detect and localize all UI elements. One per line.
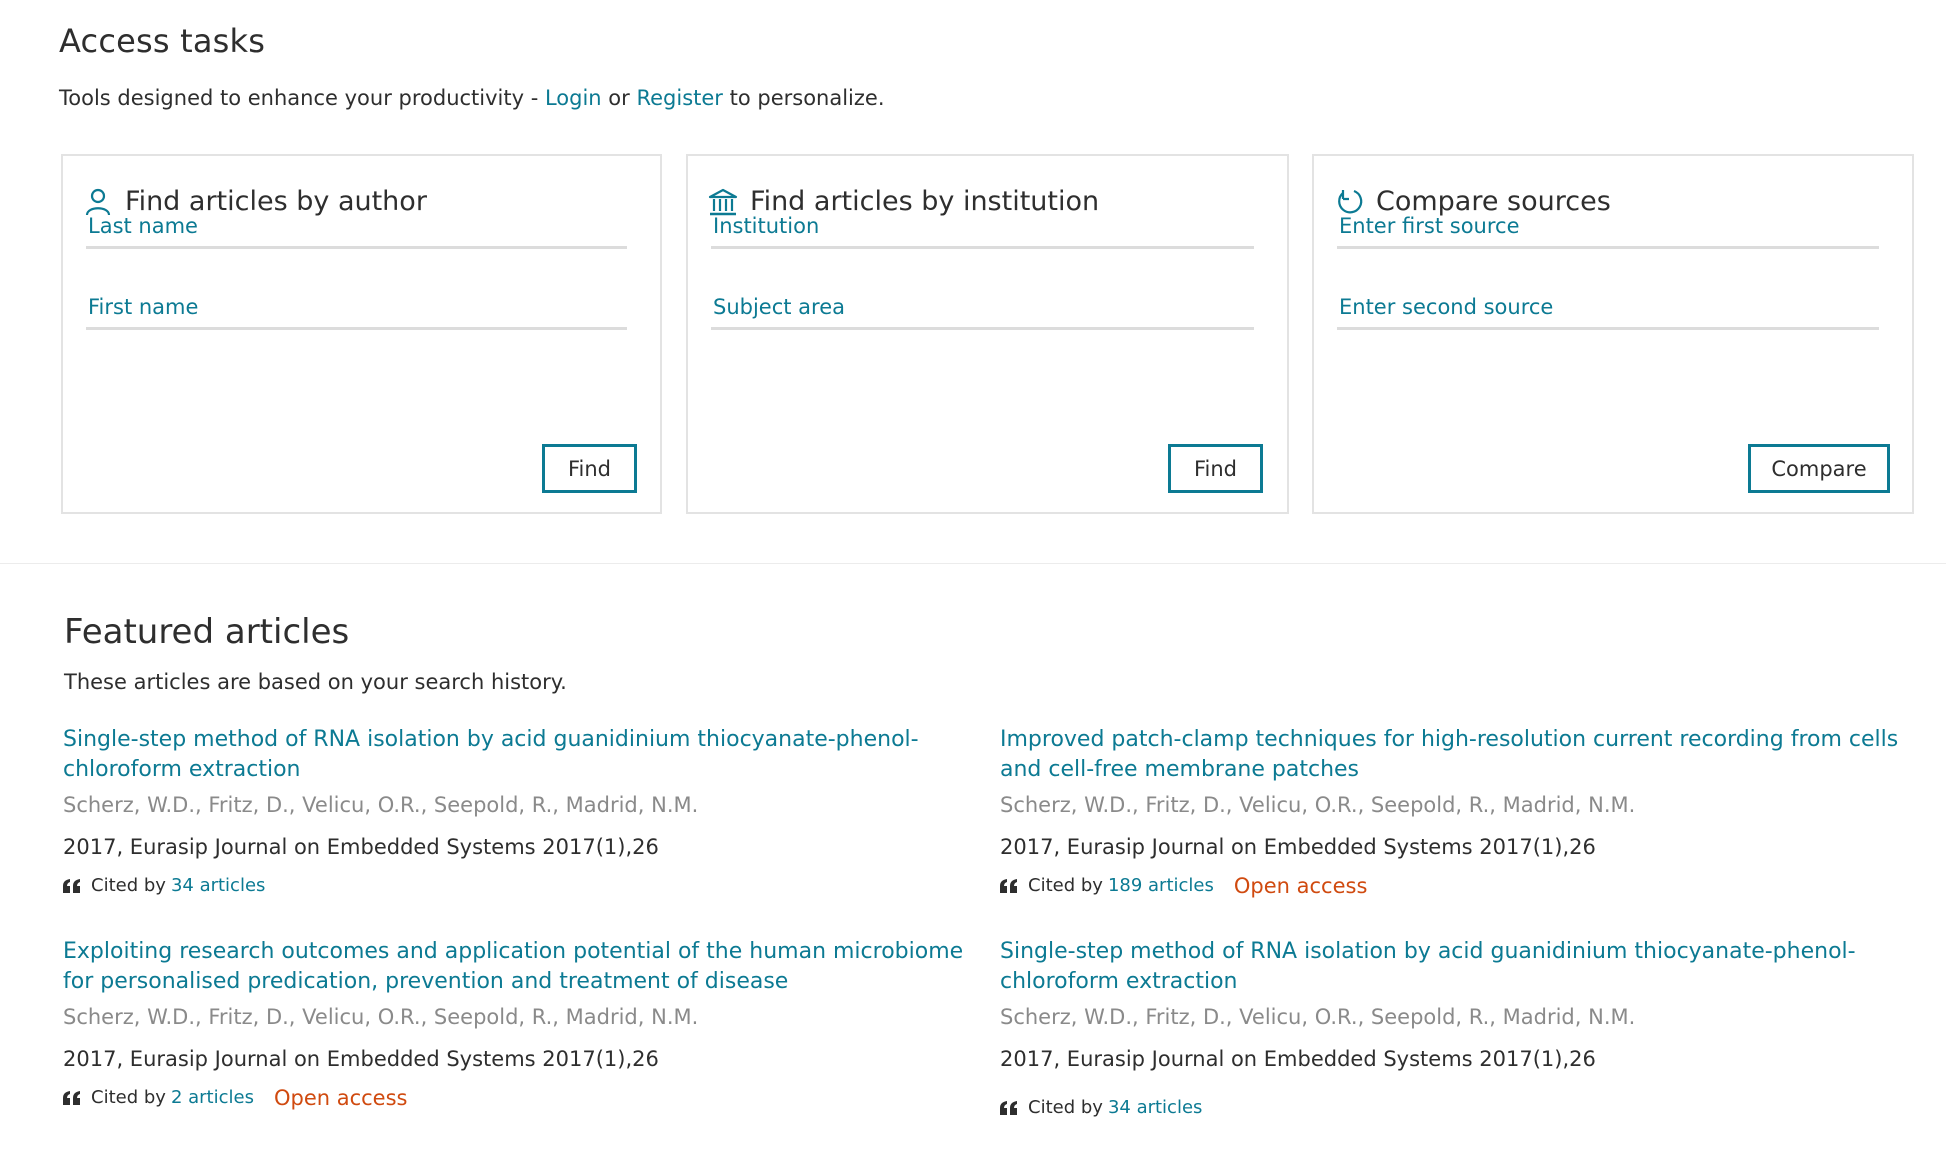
article-meta: Cited by 34 articles (1000, 1095, 1910, 1121)
quote-icon (1000, 879, 1017, 893)
first-source-field-wrap (1337, 202, 1879, 249)
last-name-field-wrap (86, 202, 627, 249)
first-name-field-wrap (86, 283, 627, 330)
article-source: 2017, Eurasip Journal on Embedded System… (1000, 835, 1596, 859)
cited-by-label: Cited by (91, 875, 166, 896)
second-source-input[interactable] (1339, 295, 1879, 319)
cited-by-count-link[interactable]: 34 articles (1108, 1095, 1202, 1121)
article-meta: Cited by 34 articles (63, 873, 973, 899)
quote-icon (1000, 1101, 1017, 1115)
article-source: 2017, Eurasip Journal on Embedded System… (63, 1047, 659, 1071)
register-link[interactable]: Register (636, 86, 722, 110)
find-by-author-card: Find articles by author Find (61, 154, 662, 514)
article-source: 2017, Eurasip Journal on Embedded System… (1000, 1047, 1596, 1071)
find-author-button[interactable]: Find (542, 444, 637, 493)
open-access-badge: Open access (273, 1086, 408, 1110)
access-tasks-title: Access tasks (59, 22, 266, 60)
article-card: Single-step method of RNA isolation by a… (63, 725, 973, 899)
subject-area-field-wrap (711, 283, 1254, 330)
article-card: Exploiting research outcomes and applica… (63, 937, 973, 1111)
article-title-link[interactable]: Exploiting research outcomes and applica… (63, 937, 973, 997)
cited-by-label: Cited by (1028, 1097, 1103, 1118)
article-card: Improved patch-clamp techniques for high… (1000, 725, 1910, 899)
cited-by-label: Cited by (1028, 875, 1103, 896)
featured-subtitle: These articles are based on your search … (64, 670, 567, 694)
first-source-input[interactable] (1339, 214, 1879, 238)
find-by-institution-card: Find articles by institution Find (686, 154, 1289, 514)
intro-suffix: to personalize. (722, 86, 885, 110)
article-title-link[interactable]: Improved patch-clamp techniques for high… (1000, 725, 1910, 785)
article-meta: Cited by 2 articles Open access (63, 1085, 973, 1111)
access-tasks-intro: Tools designed to enhance your productiv… (59, 86, 885, 110)
second-source-field-wrap (1337, 283, 1879, 330)
open-access-badge: Open access (1233, 874, 1368, 898)
article-authors: Scherz, W.D., Fritz, D., Velicu, O.R., S… (63, 793, 699, 817)
intro-or: or (601, 86, 637, 110)
article-authors: Scherz, W.D., Fritz, D., Velicu, O.R., S… (1000, 793, 1636, 817)
article-title-link[interactable]: Single-step method of RNA isolation by a… (63, 725, 973, 785)
article-authors: Scherz, W.D., Fritz, D., Velicu, O.R., S… (1000, 1005, 1636, 1029)
compare-button[interactable]: Compare (1748, 444, 1890, 493)
article-source: 2017, Eurasip Journal on Embedded System… (63, 835, 659, 859)
compare-sources-card: Compare sources Compare (1312, 154, 1914, 514)
cited-by-count-link[interactable]: 189 articles (1108, 873, 1214, 899)
last-name-input[interactable] (88, 214, 627, 238)
article-meta: Cited by 189 articles Open access (1000, 873, 1910, 899)
institution-field-wrap (711, 202, 1254, 249)
find-institution-button[interactable]: Find (1168, 444, 1263, 493)
cited-by-count-link[interactable]: 34 articles (171, 873, 265, 899)
quote-icon (63, 879, 80, 893)
quote-icon (63, 1091, 80, 1105)
cited-by-count-link[interactable]: 2 articles (171, 1085, 254, 1111)
featured-title: Featured articles (64, 612, 350, 652)
access-tasks-section: Access tasks Tools designed to enhance y… (0, 0, 1946, 564)
cited-by-label: Cited by (91, 1087, 166, 1108)
first-name-input[interactable] (88, 295, 627, 319)
article-authors: Scherz, W.D., Fritz, D., Velicu, O.R., S… (63, 1005, 699, 1029)
login-link[interactable]: Login (545, 86, 602, 110)
article-card: Single-step method of RNA isolation by a… (1000, 937, 1910, 1121)
article-title-link[interactable]: Single-step method of RNA isolation by a… (1000, 937, 1910, 997)
intro-prefix: Tools designed to enhance your productiv… (59, 86, 545, 110)
subject-area-input[interactable] (713, 295, 1254, 319)
institution-input[interactable] (713, 214, 1254, 238)
